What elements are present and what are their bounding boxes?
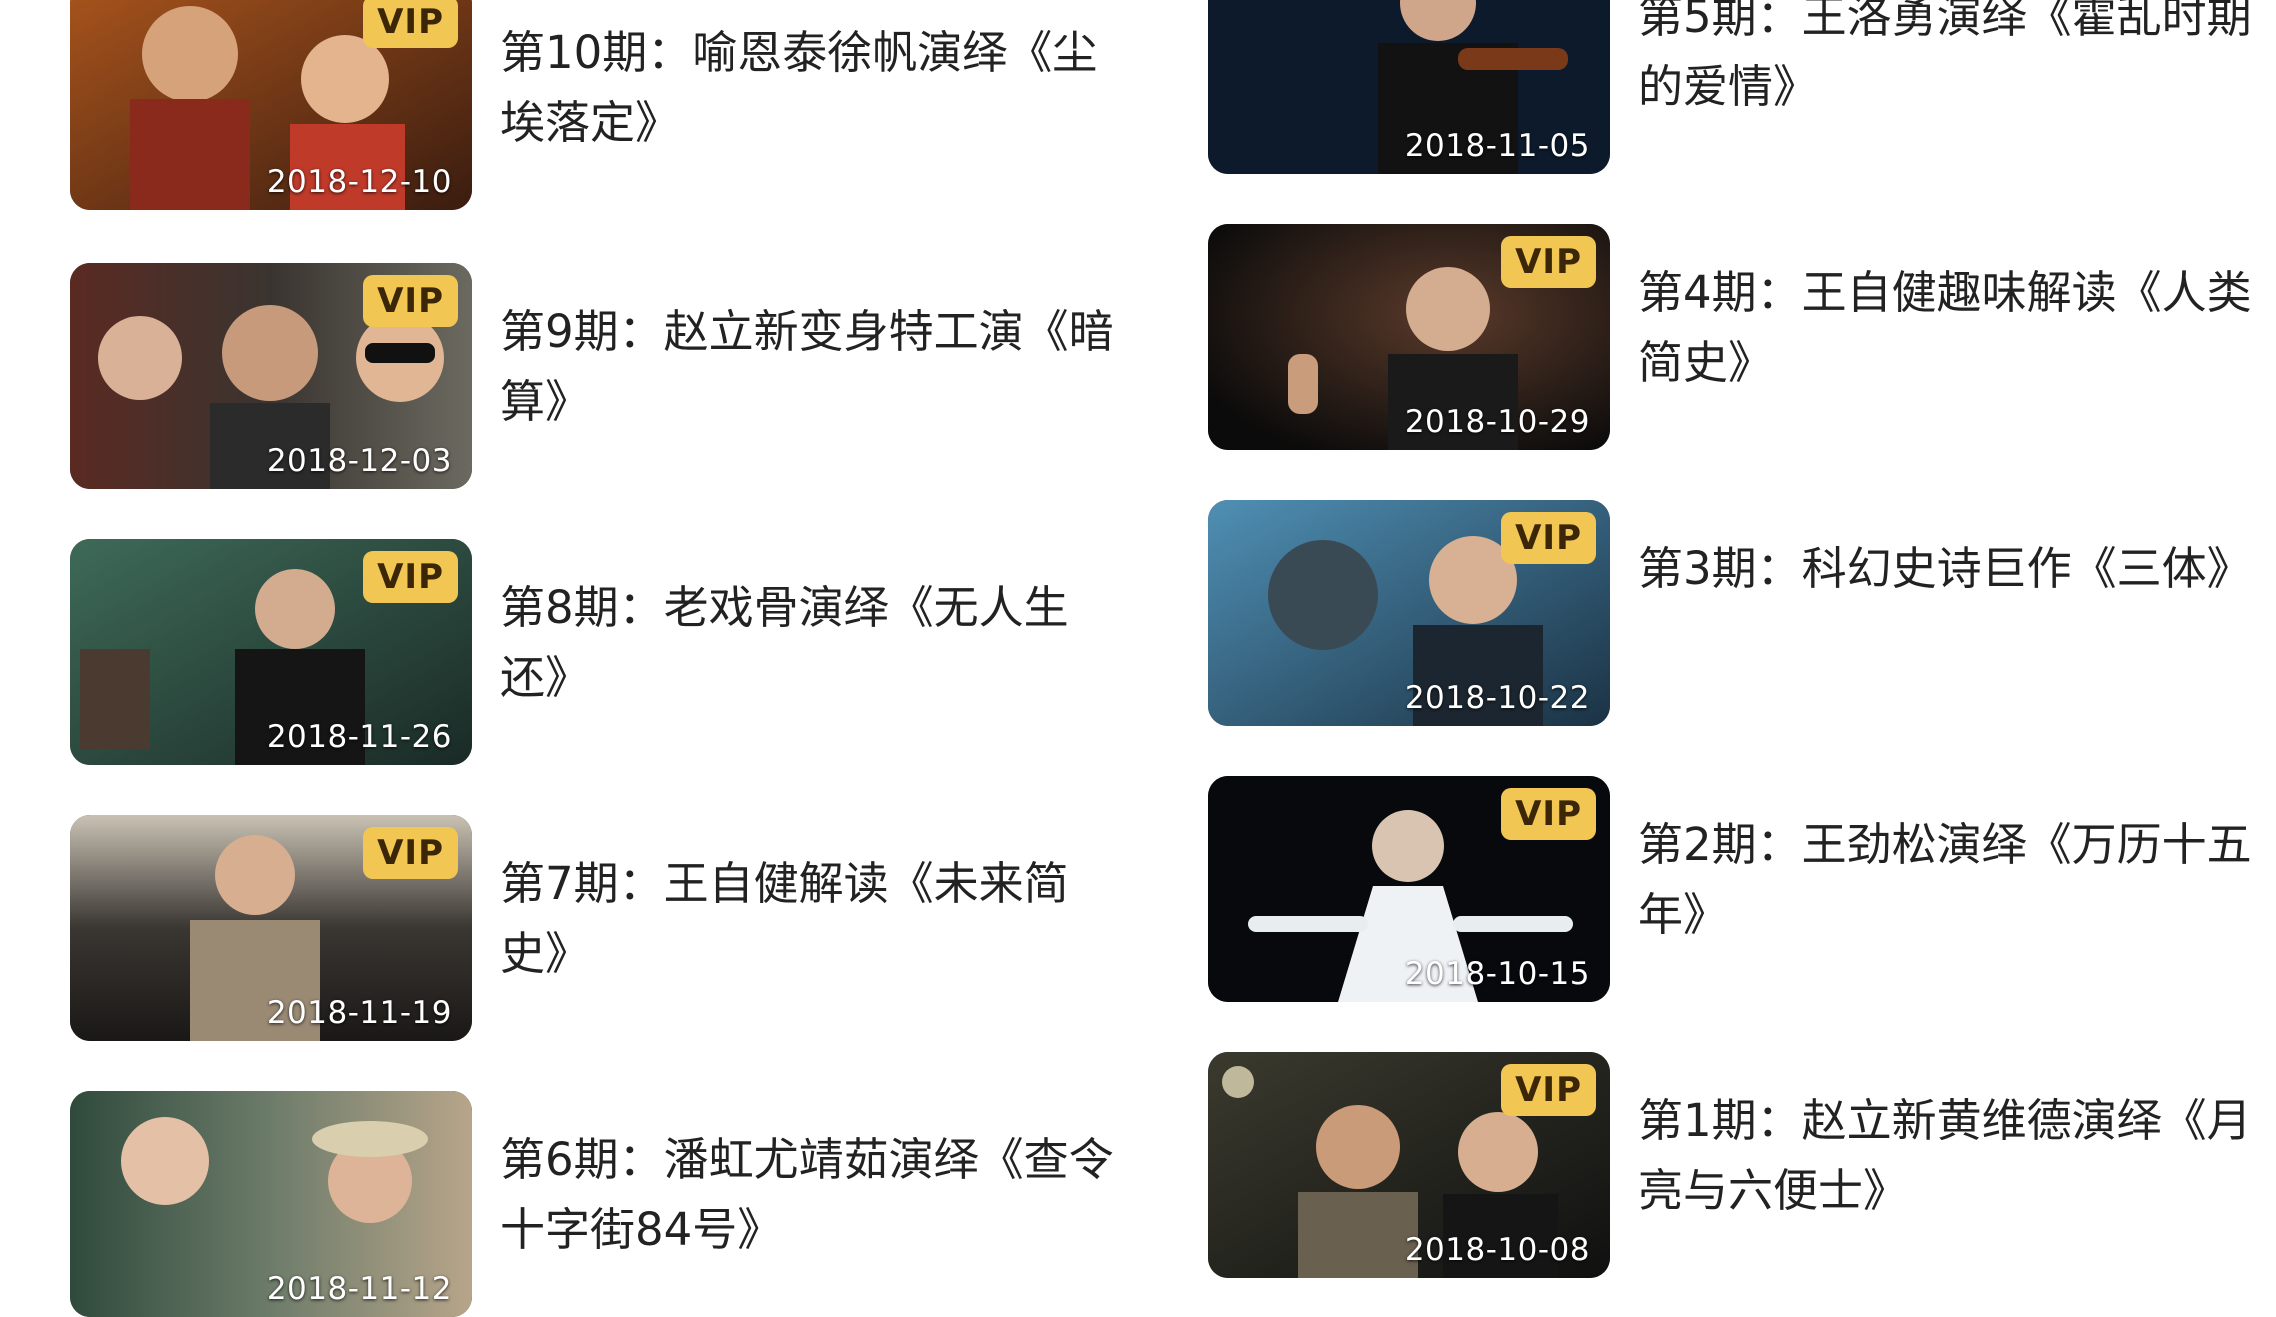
- vip-badge: VIP: [1501, 512, 1596, 564]
- episode-thumbnail[interactable]: VIP 2018-12-03: [70, 263, 472, 489]
- vip-badge: VIP: [363, 0, 458, 48]
- episode-item[interactable]: VIP 2018-12-10 第10期：喻恩泰徐帆演绎《尘埃落定》: [0, 0, 1138, 210]
- episode-date: 2018-10-15: [1404, 956, 1590, 992]
- episode-date: 2018-11-05: [1404, 128, 1590, 164]
- episode-title[interactable]: 第1期：赵立新黄维德演绎《月亮与六便士》: [1638, 1086, 2268, 1226]
- episode-item[interactable]: 2018-11-12 第6期：潘虹尤靖茹演绎《查令十字街84号》: [0, 1091, 1138, 1317]
- episode-thumbnail[interactable]: VIP 2018-12-10: [70, 0, 472, 210]
- episode-date: 2018-12-03: [266, 443, 452, 479]
- episode-thumbnail[interactable]: 2018-11-05: [1208, 0, 1610, 174]
- episode-thumbnail[interactable]: VIP 2018-11-26: [70, 539, 472, 765]
- episode-thumbnail[interactable]: VIP 2018-10-15: [1208, 776, 1610, 1002]
- vip-badge: VIP: [1501, 1064, 1596, 1116]
- episode-date: 2018-10-22: [1404, 680, 1590, 716]
- episode-title[interactable]: 第3期：科幻史诗巨作《三体》: [1638, 534, 2268, 604]
- episode-title[interactable]: 第2期：王劲松演绎《万历十五年》: [1638, 810, 2268, 950]
- episode-title[interactable]: 第7期：王自健解读《未来简史》: [500, 849, 1130, 989]
- episode-title[interactable]: 第10期：喻恩泰徐帆演绎《尘埃落定》: [500, 18, 1130, 158]
- vip-badge: VIP: [1501, 788, 1596, 840]
- episode-thumbnail[interactable]: VIP 2018-10-22: [1208, 500, 1610, 726]
- episode-list-left: VIP 2018-12-10 第10期：喻恩泰徐帆演绎《尘埃落定》 VIP 20…: [0, 0, 1138, 1317]
- episode-date: 2018-11-26: [266, 719, 452, 755]
- episode-thumbnail[interactable]: VIP 2018-10-29: [1208, 224, 1610, 450]
- vip-badge: VIP: [363, 551, 458, 603]
- episode-date: 2018-10-08: [1404, 1232, 1590, 1268]
- episode-item[interactable]: 2018-11-05 第5期：王洛勇演绎《霍乱时期的爱情》: [1138, 0, 2276, 174]
- episode-title[interactable]: 第4期：王自健趣味解读《人类简史》: [1638, 258, 2268, 398]
- vip-badge: VIP: [363, 827, 458, 879]
- episode-date: 2018-11-19: [266, 995, 452, 1031]
- episode-thumbnail[interactable]: VIP 2018-10-08: [1208, 1052, 1610, 1278]
- episode-item[interactable]: VIP 2018-10-15 第2期：王劲松演绎《万历十五年》: [1138, 776, 2276, 1002]
- episode-thumbnail[interactable]: VIP 2018-11-19: [70, 815, 472, 1041]
- episode-item[interactable]: VIP 2018-11-26 第8期：老戏骨演绎《无人生还》: [0, 539, 1138, 765]
- episode-date: 2018-11-12: [266, 1271, 452, 1307]
- episode-item[interactable]: VIP 2018-11-19 第7期：王自健解读《未来简史》: [0, 815, 1138, 1041]
- episode-thumbnail[interactable]: 2018-11-12: [70, 1091, 472, 1317]
- vip-badge: VIP: [1501, 236, 1596, 288]
- episode-title[interactable]: 第6期：潘虹尤靖茹演绎《查令十字街84号》: [500, 1125, 1130, 1265]
- episode-item[interactable]: VIP 2018-12-03 第9期：赵立新变身特工演《暗算》: [0, 263, 1138, 489]
- episode-list-right: 2018-11-05 第5期：王洛勇演绎《霍乱时期的爱情》 VIP 2018-1…: [1138, 0, 2276, 1280]
- vip-badge: VIP: [363, 275, 458, 327]
- episode-item[interactable]: VIP 2018-10-22 第3期：科幻史诗巨作《三体》: [1138, 500, 2276, 726]
- episode-date: 2018-10-29: [1404, 404, 1590, 440]
- episode-title[interactable]: 第9期：赵立新变身特工演《暗算》: [500, 297, 1130, 437]
- episode-title[interactable]: 第5期：王洛勇演绎《霍乱时期的爱情》: [1638, 0, 2268, 122]
- episode-item[interactable]: VIP 2018-10-08 第1期：赵立新黄维德演绎《月亮与六便士》: [1138, 1052, 2276, 1278]
- episode-date: 2018-12-10: [266, 164, 452, 200]
- episode-item[interactable]: VIP 2018-10-29 第4期：王自健趣味解读《人类简史》: [1138, 224, 2276, 450]
- episode-title[interactable]: 第8期：老戏骨演绎《无人生还》: [500, 573, 1130, 713]
